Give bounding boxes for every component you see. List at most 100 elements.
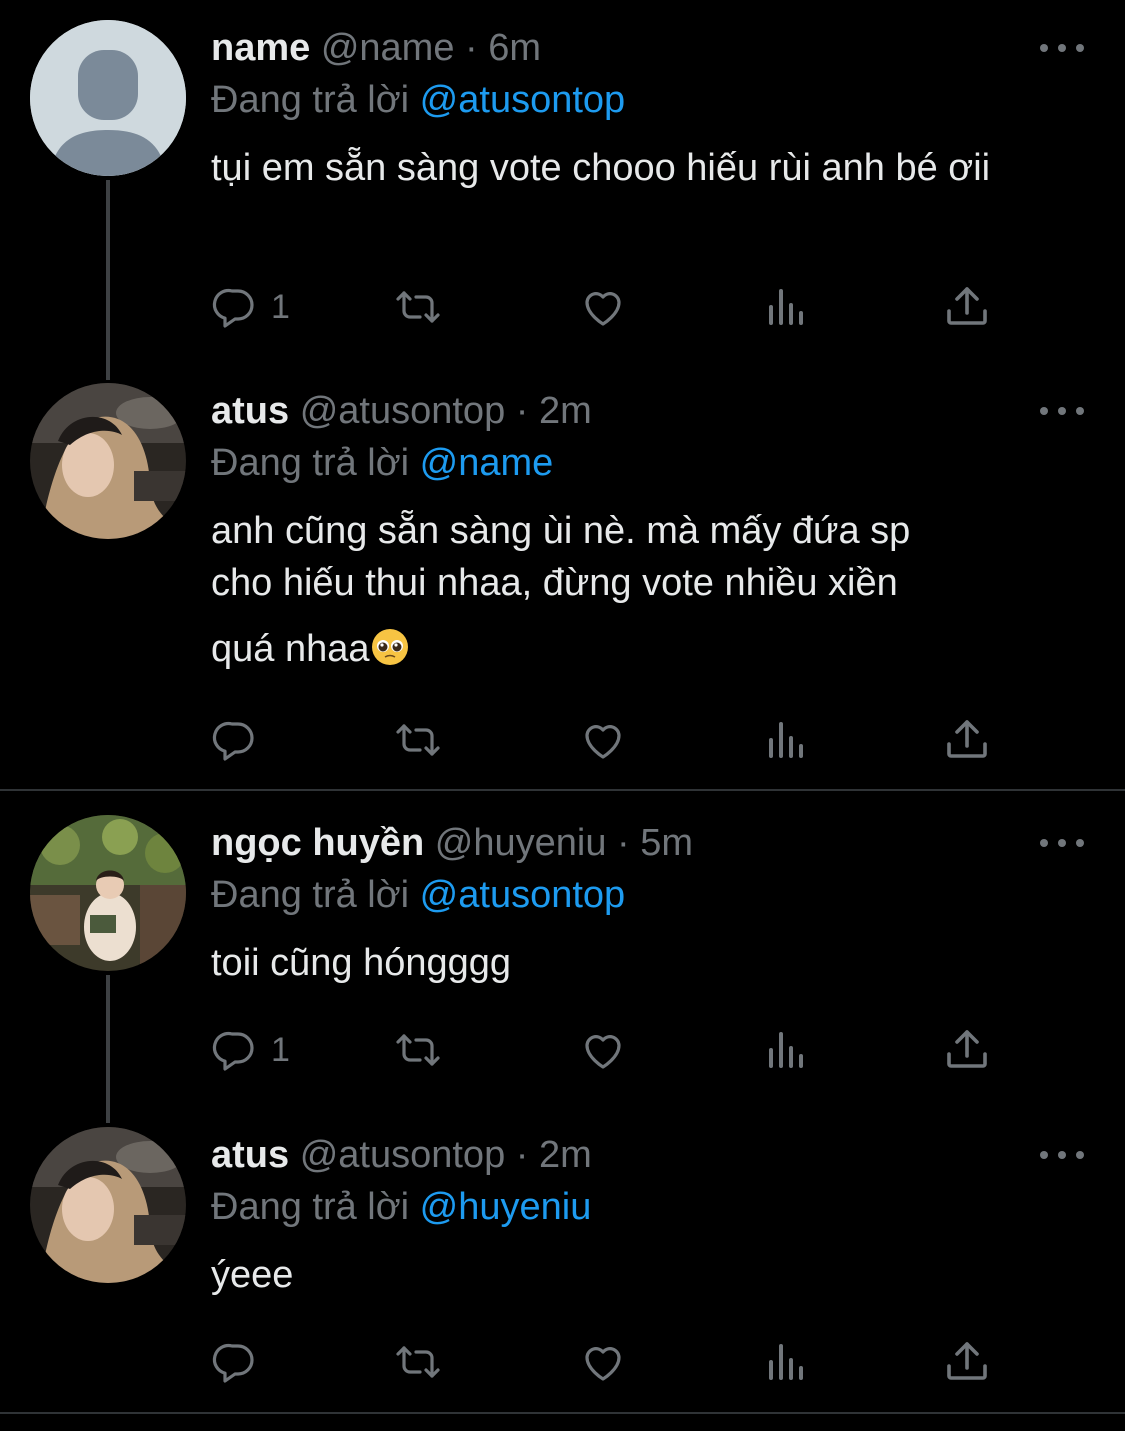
like-button[interactable] (579, 715, 627, 765)
username[interactable]: @atusontop (300, 1134, 506, 1176)
analytics-icon (769, 722, 803, 758)
photo-avatar-icon (30, 1127, 186, 1283)
share-icon (947, 720, 987, 758)
reply-icon (212, 1031, 254, 1071)
reply-button[interactable] (211, 715, 271, 765)
display-name[interactable]: atus (211, 1134, 289, 1176)
avatar[interactable] (30, 815, 186, 971)
analytics-button[interactable] (761, 715, 809, 765)
replying-to-label: Đang trả lời (211, 874, 410, 916)
analytics-button[interactable] (761, 1337, 809, 1387)
mention-link[interactable]: @atusontop (420, 874, 626, 916)
replying-to-label: Đang trả lời (211, 1186, 410, 1228)
replying-to: Đang trả lời @name (211, 439, 553, 487)
tweet-text: anh cũng sẵn sàng ùi nè. mà mấy đứa sp c… (211, 505, 1091, 675)
avatar[interactable] (30, 383, 186, 539)
more-icon[interactable] (1040, 1145, 1084, 1165)
replying-to: Đang trả lời @atusontop (211, 871, 625, 919)
analytics-button[interactable] (761, 282, 809, 332)
avatar[interactable] (30, 1127, 186, 1283)
tweet-text-line: quá nhaa (211, 628, 370, 670)
more-icon[interactable] (1040, 401, 1084, 421)
reply-button[interactable] (211, 1337, 271, 1387)
timestamp[interactable]: 5m (640, 822, 693, 864)
default-avatar-icon (30, 20, 186, 176)
tweet-header: atus @atusontop · 2m (211, 1131, 592, 1179)
reply-icon (212, 721, 254, 761)
action-bar (211, 715, 1011, 765)
replying-to-label: Đang trả lời (211, 79, 410, 121)
separator: · (515, 390, 529, 432)
tweet-header: name @name · 6m (211, 24, 541, 72)
analytics-button[interactable] (761, 1025, 809, 1075)
tweet-text: tụi em sẵn sàng vote chooo hiếu rùi anh … (211, 147, 991, 189)
analytics-icon (769, 1032, 803, 1068)
mention-link[interactable]: @huyeniu (420, 1186, 592, 1228)
retweet-button[interactable] (394, 715, 442, 765)
share-icon (947, 1342, 987, 1380)
tweet[interactable]: name @name · 6m Đang trả lời @atusontop … (0, 20, 1125, 360)
share-button[interactable] (943, 1025, 991, 1075)
timestamp[interactable]: 2m (539, 1134, 592, 1176)
photo-avatar-icon (30, 383, 186, 539)
tweet-text-line: cho hiếu thui nhaa, đừng vote nhiều xiền (211, 562, 898, 604)
timestamp[interactable]: 2m (539, 390, 592, 432)
tweet[interactable]: atus @atusontop · 2m Đang trả lời @name … (0, 383, 1125, 783)
like-icon (585, 725, 621, 759)
action-bar (211, 1337, 1011, 1387)
reply-button[interactable]: 1 (211, 282, 290, 332)
pleading-face-icon (371, 629, 408, 665)
divider (0, 789, 1125, 791)
display-name[interactable]: name (211, 27, 310, 69)
mention-link[interactable]: @atusontop (420, 79, 626, 121)
tweet-text-line: anh cũng sẵn sàng ùi nè. mà mấy đứa sp (211, 510, 911, 552)
tweet-header: ngọc huyền @huyeniu · 5m (211, 819, 693, 867)
reply-count: 1 (271, 1030, 290, 1069)
action-bar: 1 (211, 1025, 1011, 1075)
retweet-button[interactable] (394, 282, 442, 332)
retweet-button[interactable] (394, 1337, 442, 1387)
tweet[interactable]: atus @atusontop · 2m Đang trả lời @huyen… (0, 1127, 1125, 1397)
retweet-icon (396, 724, 440, 756)
like-icon (585, 1035, 621, 1069)
more-icon[interactable] (1040, 833, 1084, 853)
divider (0, 1412, 1125, 1414)
more-icon[interactable] (1040, 38, 1084, 58)
separator: · (515, 1134, 529, 1176)
display-name[interactable]: atus (211, 390, 289, 432)
username[interactable]: @name (321, 27, 455, 69)
like-icon (585, 1347, 621, 1381)
share-icon (947, 287, 987, 325)
share-button[interactable] (943, 1337, 991, 1387)
like-button[interactable] (579, 1025, 627, 1075)
username[interactable]: @atusontop (300, 390, 506, 432)
retweet-icon (396, 291, 440, 323)
separator: · (465, 27, 478, 69)
action-bar: 1 (211, 282, 1011, 332)
share-icon (947, 1030, 987, 1068)
like-button[interactable] (579, 1337, 627, 1387)
replying-to-label: Đang trả lời (211, 442, 410, 484)
reply-icon (212, 288, 254, 328)
retweet-button[interactable] (394, 1025, 442, 1075)
replying-to: Đang trả lời @atusontop (211, 76, 625, 124)
reply-button[interactable]: 1 (211, 1025, 290, 1075)
reply-icon (212, 1343, 254, 1383)
replying-to: Đang trả lời @huyeniu (211, 1183, 591, 1231)
share-button[interactable] (943, 715, 991, 765)
like-button[interactable] (579, 282, 627, 332)
tweet[interactable]: ngọc huyền @huyeniu · 5m Đang trả lời @a… (0, 815, 1125, 1095)
like-icon (585, 292, 621, 326)
reply-count: 1 (271, 287, 290, 326)
photo-avatar-icon (30, 815, 186, 971)
retweet-icon (396, 1034, 440, 1066)
analytics-icon (769, 1344, 803, 1380)
share-button[interactable] (943, 282, 991, 332)
mention-link[interactable]: @name (420, 442, 554, 484)
retweet-icon (396, 1346, 440, 1378)
display-name[interactable]: ngọc huyền (211, 822, 424, 864)
tweet-text: ýeee (211, 1254, 294, 1296)
timestamp[interactable]: 6m (488, 27, 541, 69)
avatar[interactable] (30, 20, 186, 176)
username[interactable]: @huyeniu (435, 822, 607, 864)
